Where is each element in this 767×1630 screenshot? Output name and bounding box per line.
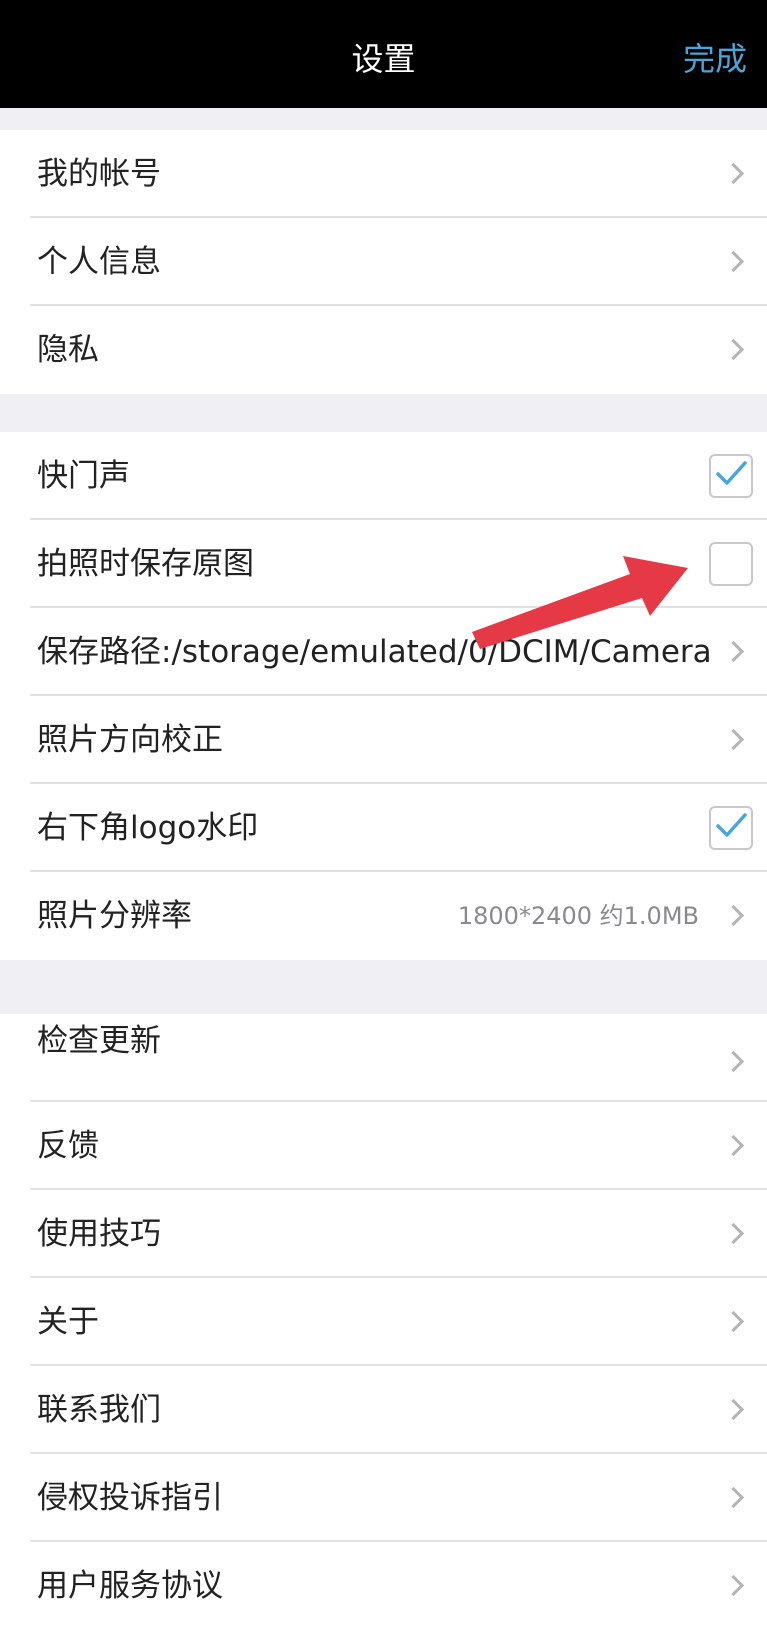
chevron-right-icon bbox=[722, 1310, 745, 1333]
settings-row-about[interactable]: 关于 bbox=[0, 1278, 767, 1366]
row-label: 联系我们 bbox=[37, 1392, 161, 1428]
checkmark-icon bbox=[716, 813, 747, 837]
chevron-right-icon bbox=[722, 162, 745, 185]
row-label: 侵权投诉指引 bbox=[37, 1480, 223, 1516]
chevron-right-icon bbox=[722, 640, 745, 663]
settings-row-contact[interactable]: 联系我们 bbox=[0, 1366, 767, 1454]
chevron-right-icon bbox=[722, 904, 745, 927]
settings-row-tips[interactable]: 使用技巧 bbox=[0, 1190, 767, 1278]
row-label: 我的帐号 bbox=[37, 156, 161, 192]
chevron-right-icon bbox=[722, 250, 745, 273]
row-label: 拍照时保存原图 bbox=[37, 546, 254, 582]
top-bar: 设置 完成 bbox=[0, 0, 767, 108]
row-label: 用户服务协议 bbox=[37, 1568, 223, 1604]
chevron-right-icon bbox=[722, 1050, 745, 1073]
row-label: 快门声 bbox=[37, 458, 130, 494]
settings-row-infringement[interactable]: 侵权投诉指引 bbox=[0, 1454, 767, 1542]
resolution-value: 1800*2400 约1.0MB bbox=[457, 902, 699, 930]
settings-row-check-update[interactable]: 检查更新 bbox=[0, 1014, 767, 1102]
chevron-right-icon bbox=[722, 1574, 745, 1597]
settings-row-privacy[interactable]: 隐私 bbox=[0, 306, 767, 394]
settings-row-orientation[interactable]: 照片方向校正 bbox=[0, 696, 767, 784]
chevron-right-icon bbox=[722, 728, 745, 751]
row-label: 个人信息 bbox=[37, 244, 161, 280]
chevron-right-icon bbox=[722, 1486, 745, 1509]
row-label: 反馈 bbox=[37, 1128, 99, 1164]
row-label: 照片方向校正 bbox=[37, 722, 223, 758]
row-label: 隐私 bbox=[37, 332, 99, 368]
about-group: 检查更新 反馈 使用技巧 关于 联系我们 侵权投诉指引 用户服务协议 bbox=[0, 1014, 767, 1630]
checkbox-unchecked[interactable] bbox=[709, 542, 753, 586]
page-title: 设置 bbox=[351, 40, 416, 78]
settings-row-feedback[interactable]: 反馈 bbox=[0, 1102, 767, 1190]
chevron-right-icon bbox=[722, 1134, 745, 1157]
done-button[interactable]: 完成 bbox=[683, 0, 747, 108]
red-arrow-annotation bbox=[472, 556, 688, 649]
settings-row-shutter-sound[interactable]: 快门声 bbox=[0, 432, 767, 520]
checkmark-icon bbox=[716, 461, 747, 485]
settings-row-resolution[interactable]: 照片分辨率 1800*2400 约1.0MB bbox=[0, 872, 767, 960]
settings-row-profile[interactable]: 个人信息 bbox=[0, 218, 767, 306]
settings-row-account[interactable]: 我的帐号 bbox=[0, 130, 767, 218]
checkbox-checked[interactable] bbox=[709, 806, 753, 850]
account-group: 我的帐号 个人信息 隐私 bbox=[0, 130, 767, 394]
row-label: 使用技巧 bbox=[37, 1216, 161, 1252]
row-label: 检查更新 bbox=[37, 1023, 161, 1059]
row-label: 照片分辨率 bbox=[37, 898, 192, 934]
chevron-right-icon bbox=[722, 1398, 745, 1421]
camera-group: 快门声 拍照时保存原图 保存路径:/storage/emulated/0/DCI… bbox=[0, 432, 767, 960]
row-label: 关于 bbox=[37, 1304, 99, 1340]
row-label: 右下角logo水印 bbox=[37, 810, 259, 846]
settings-row-terms[interactable]: 用户服务协议 bbox=[0, 1542, 767, 1630]
chevron-right-icon bbox=[722, 1222, 745, 1245]
checkbox-checked[interactable] bbox=[709, 454, 753, 498]
settings-row-watermark[interactable]: 右下角logo水印 bbox=[0, 784, 767, 872]
chevron-right-icon bbox=[722, 338, 745, 361]
